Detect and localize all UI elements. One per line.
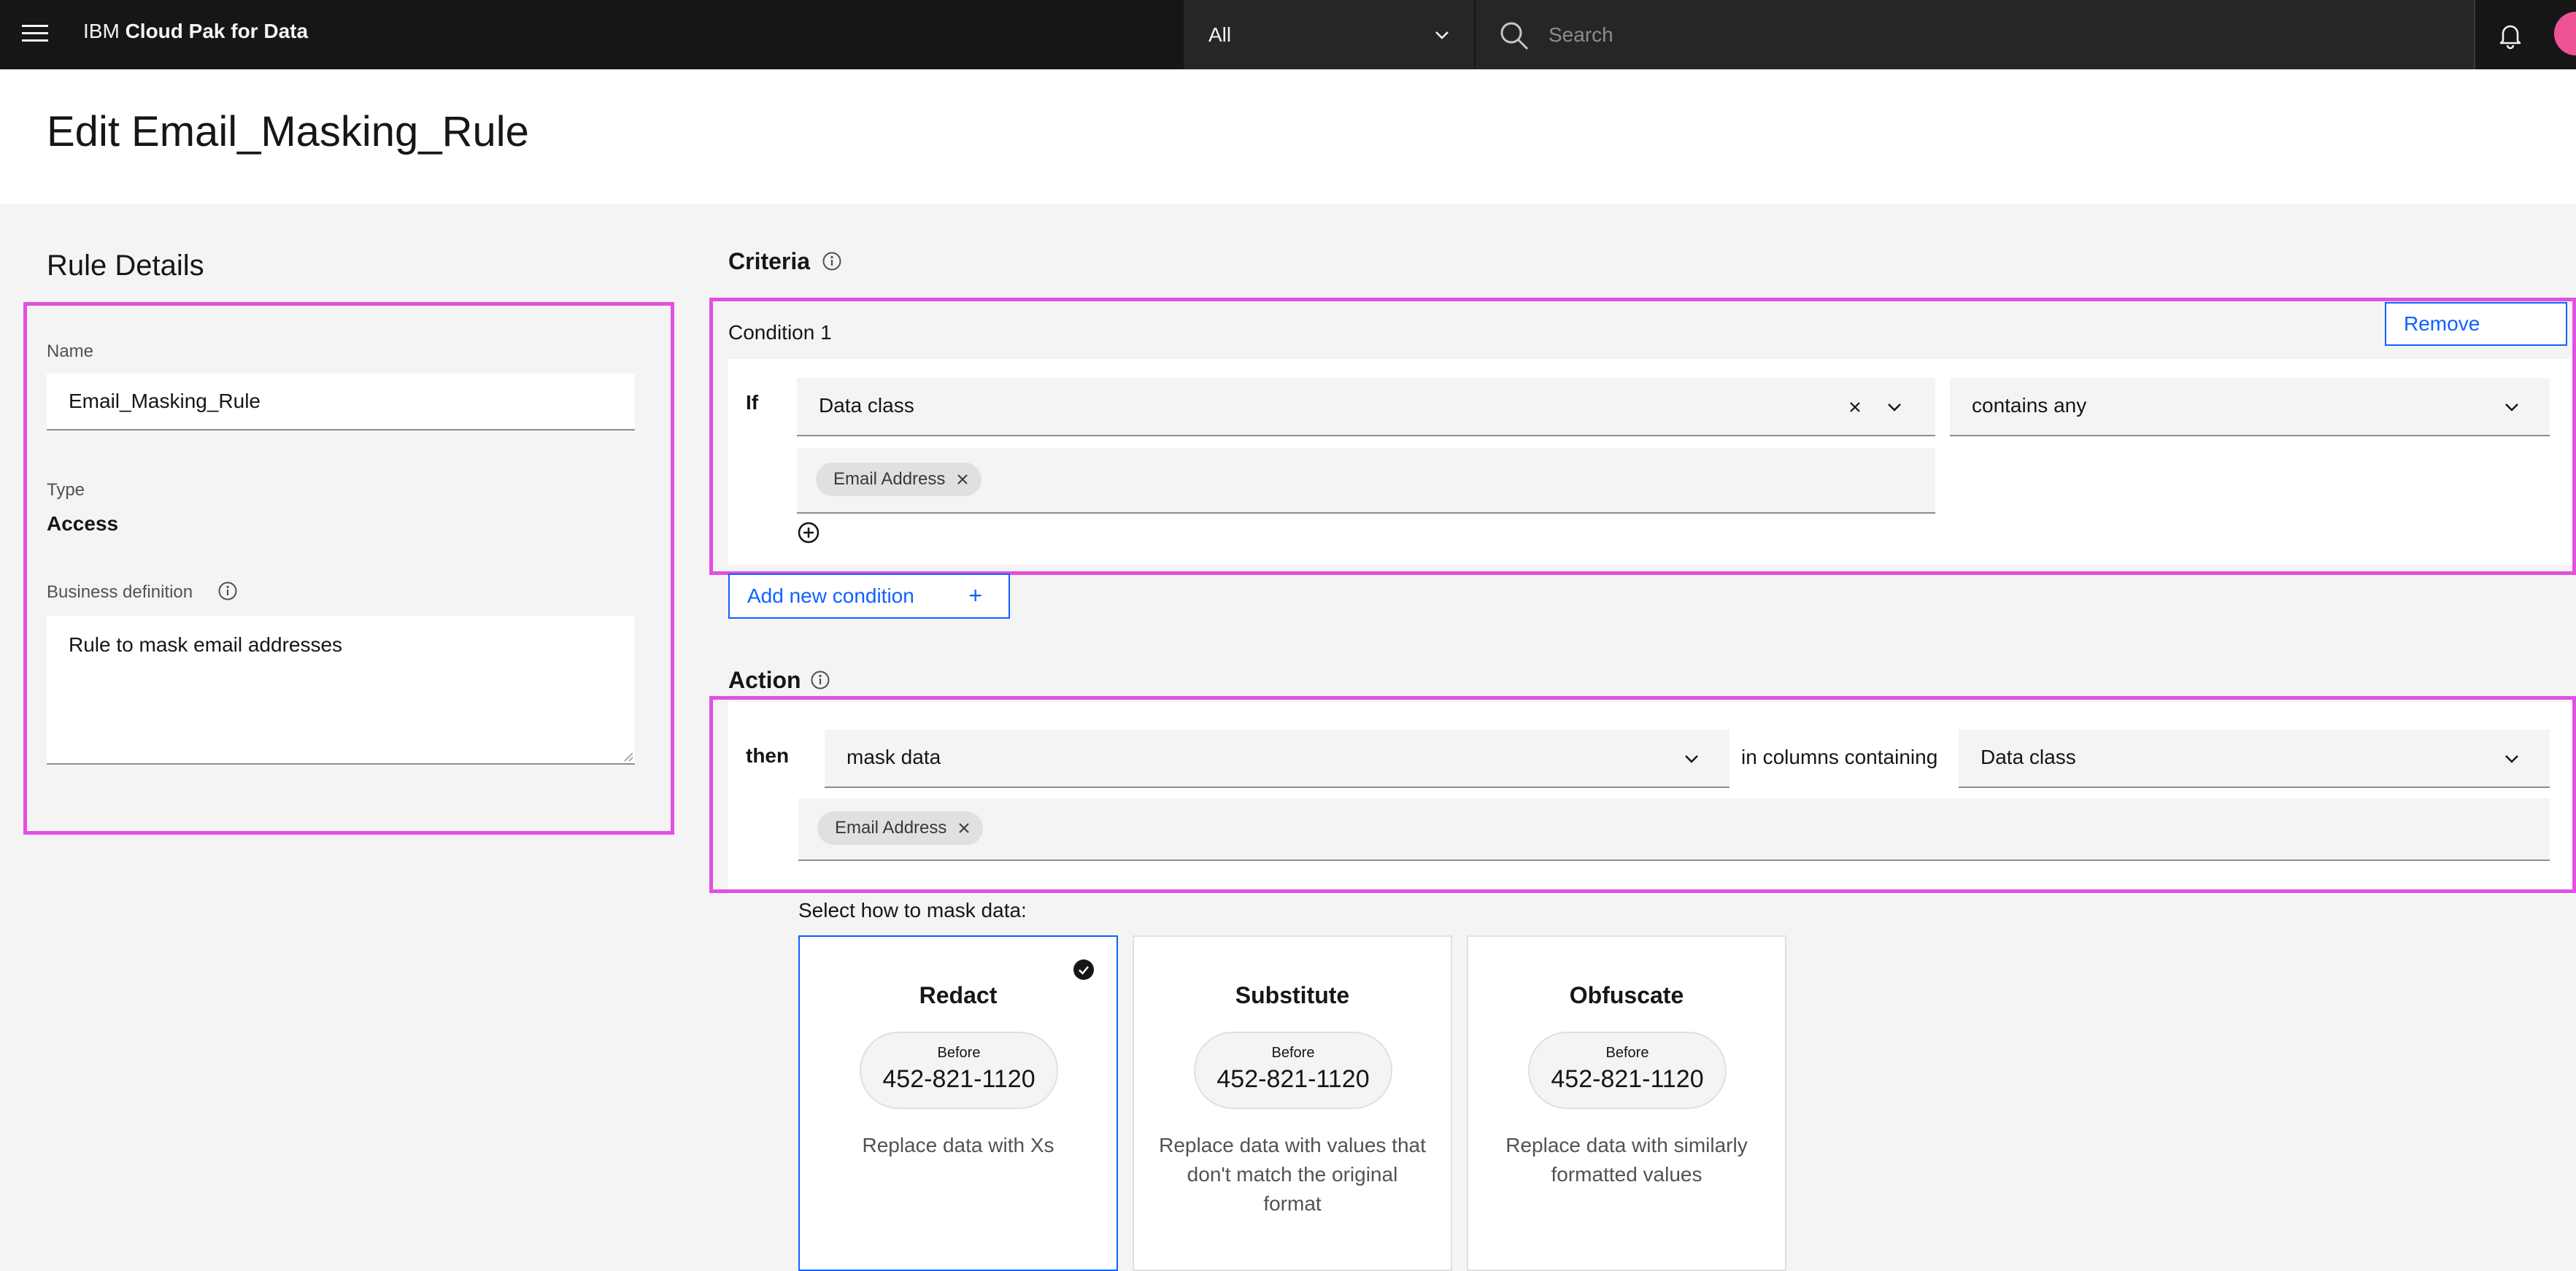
chevron-down-icon <box>1685 755 1698 763</box>
info-icon[interactable] <box>217 581 238 601</box>
condition-card: If Data class contains any Email Address <box>728 359 2576 565</box>
product-brand[interactable]: IBM Cloud Pak for Data <box>83 20 308 43</box>
scope-dropdown-value: All <box>1208 23 1232 46</box>
chevron-down-icon <box>2505 755 2518 763</box>
option-description: Replace data with similarly formatted va… <box>1505 1134 1748 1186</box>
condition-title: Condition 1 <box>728 321 832 344</box>
add-circle-icon[interactable] <box>797 521 820 544</box>
name-label: Name <box>47 341 94 361</box>
brand-name: Cloud Pak for Data <box>125 20 309 42</box>
page-title: Edit Email_Masking_Rule <box>47 108 529 155</box>
avatar[interactable] <box>2554 12 2576 55</box>
before-value: 452-821-1120 <box>1551 1065 1704 1093</box>
option-description: Replace data with Xs <box>862 1134 1054 1156</box>
info-icon[interactable] <box>810 670 830 690</box>
tag-label: Email Address <box>835 818 947 838</box>
before-label: Before <box>1605 1045 1649 1061</box>
before-example: Before 452-821-1120 <box>1528 1032 1727 1109</box>
in-columns-label: in columns containing <box>1741 746 1938 768</box>
email-address-tag[interactable]: Email Address <box>816 463 982 496</box>
type-label: Type <box>47 480 85 500</box>
notifications-button[interactable] <box>2474 0 2544 69</box>
chevron-down-icon <box>2505 403 2518 412</box>
action-value: mask data <box>847 746 941 768</box>
email-address-tag[interactable]: Email Address <box>817 811 984 845</box>
option-description: Replace data with values that don't matc… <box>1159 1134 1426 1215</box>
if-label: If <box>746 391 759 414</box>
business-definition-label: Business definition <box>47 582 193 602</box>
chevron-down-icon <box>1435 31 1449 39</box>
info-icon[interactable] <box>822 251 842 271</box>
add-condition-label: Add new condition <box>747 584 914 607</box>
name-field[interactable] <box>47 374 635 430</box>
search-icon[interactable] <box>1497 19 1531 53</box>
condition-operator-dropdown[interactable]: contains any <box>1950 378 2550 436</box>
condition-field-value: Data class <box>819 394 914 417</box>
option-title: Substitute <box>1235 982 1350 1008</box>
add-icon: + <box>968 582 982 609</box>
close-icon[interactable] <box>955 819 973 837</box>
business-definition-value: Rule to mask email addresses <box>69 633 343 656</box>
tag-label: Email Address <box>833 469 946 489</box>
top-navigation-bar: IBM Cloud Pak for Data All <box>0 0 2576 69</box>
column-dropdown[interactable]: Data class <box>1959 730 2550 788</box>
page-header: Edit Email_Masking_Rule <box>0 69 2576 204</box>
substitute-option-tile[interactable]: Substitute Before 452-821-1120 Replace d… <box>1133 935 1452 1271</box>
mask-method-prompt: Select how to mask data: <box>798 899 1027 922</box>
action-values-input[interactable]: Email Address <box>798 798 2550 861</box>
condition-operator-value: contains any <box>1972 394 2087 417</box>
rule-details-title: Rule Details <box>47 250 204 282</box>
close-icon[interactable] <box>1845 397 1865 417</box>
search-input[interactable] <box>1547 15 2423 55</box>
before-example: Before 452-821-1120 <box>1194 1032 1392 1109</box>
type-value: Access <box>47 512 119 535</box>
before-label: Before <box>937 1045 981 1061</box>
obfuscate-option-tile[interactable]: Obfuscate Before 452-821-1120 Replace da… <box>1467 935 1786 1271</box>
before-example: Before 452-821-1120 <box>860 1032 1058 1109</box>
search-bar <box>1476 0 2474 69</box>
redact-option-tile[interactable]: Redact Before 452-821-1120 Replace data … <box>798 935 1118 1271</box>
action-card: then mask data in columns containing Dat… <box>728 702 2576 895</box>
before-label: Before <box>1271 1045 1315 1061</box>
action-dropdown[interactable]: mask data <box>825 730 1729 788</box>
before-value: 452-821-1120 <box>882 1065 1036 1093</box>
bell-icon <box>2499 25 2521 50</box>
condition-field-dropdown[interactable]: Data class <box>797 378 1935 436</box>
checkmark-filled-icon <box>1073 959 1094 980</box>
remove-condition-button[interactable]: Remove <box>2385 302 2567 346</box>
criteria-title: Criteria <box>728 248 811 274</box>
scope-dropdown[interactable]: All <box>1184 0 1474 69</box>
chevron-down-icon <box>1888 403 1901 412</box>
option-title: Redact <box>919 982 998 1008</box>
condition-values-input[interactable]: Email Address <box>797 448 1935 514</box>
brand-prefix: IBM <box>83 20 120 42</box>
option-title: Obfuscate <box>1569 982 1684 1008</box>
business-definition-textarea[interactable]: Rule to mask email addresses <box>47 616 635 765</box>
add-new-condition-button[interactable]: Add new condition + <box>728 573 1010 619</box>
resize-handle-icon[interactable] <box>622 750 633 762</box>
hamburger-menu-icon[interactable] <box>22 25 48 45</box>
action-title: Action <box>728 667 801 693</box>
before-value: 452-821-1120 <box>1216 1065 1370 1093</box>
then-label: then <box>746 744 790 767</box>
column-value: Data class <box>1981 746 2076 768</box>
close-icon[interactable] <box>954 471 971 488</box>
